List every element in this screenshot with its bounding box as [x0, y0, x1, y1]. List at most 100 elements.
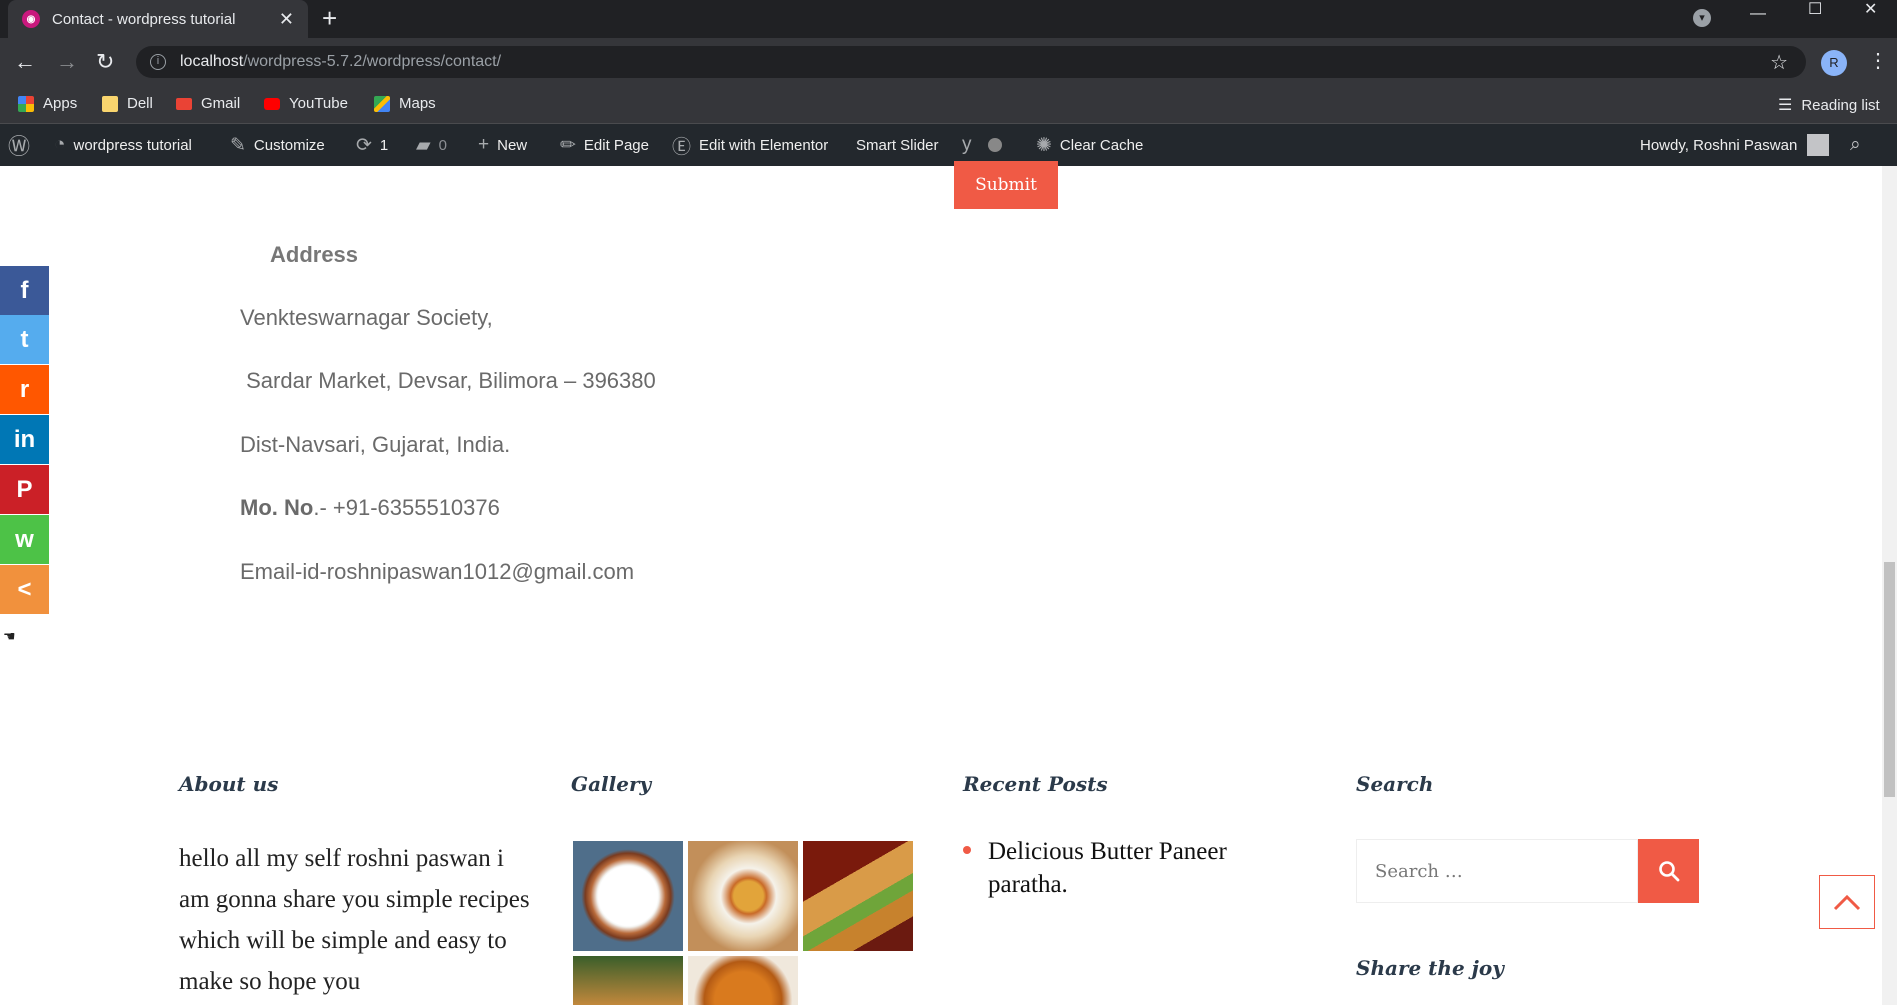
reading-list-icon: ☰ — [1778, 97, 1793, 114]
recent-posts-title: Recent Posts — [963, 772, 1108, 796]
submit-button[interactable]: Submit — [954, 161, 1058, 209]
address-line-1: Venkteswarnagar Society, — [240, 305, 493, 330]
share-the-joy-title: Share the joy — [1356, 956, 1504, 980]
new-tab-button[interactable]: + — [322, 3, 337, 34]
admin-smart-slider[interactable]: Smart Slider — [856, 124, 939, 166]
admin-comments[interactable]: ▰ 0 — [416, 124, 447, 166]
back-to-top-button[interactable] — [1819, 875, 1875, 929]
clear-cache-label: Clear Cache — [1059, 136, 1144, 154]
howdy-label: Howdy, Roshni Paswan — [1640, 136, 1798, 154]
admin-updates[interactable]: ⟳ 1 — [356, 124, 388, 166]
hide-share-bar-icon[interactable]: ☚ — [3, 628, 16, 645]
browser-menu-icon[interactable]: ⋮ — [1868, 48, 1888, 73]
edit-page-label: Edit Page — [583, 136, 649, 154]
browser-tabbar: ◉ Contact - wordpress tutorial ✕ + ▾ — ☐… — [0, 0, 1897, 38]
yoast-icon: y — [962, 134, 972, 155]
wordpress-logo-icon: Ⓦ — [8, 134, 31, 159]
linkedin-share-button[interactable]: in — [0, 415, 49, 464]
tab-title: Contact - wordpress tutorial — [52, 10, 236, 28]
whatsapp-icon: w — [15, 525, 34, 553]
edit-elementor-label: Edit with Elementor — [699, 136, 829, 154]
admin-clear-cache[interactable]: ✺ Clear Cache — [1036, 124, 1143, 166]
admin-new[interactable]: + New — [478, 124, 527, 166]
twitter-icon: t — [20, 325, 29, 353]
maps-icon — [374, 95, 390, 112]
site-name-label: wordpress tutorial — [73, 136, 192, 154]
admin-customize[interactable]: ✎ Customize — [230, 124, 325, 166]
bookmarks-bar: Apps Dell Gmail YouTube Maps ☰ Reading l… — [0, 86, 1897, 124]
site-info-icon[interactable]: i — [150, 54, 166, 70]
profile-avatar[interactable]: R — [1821, 50, 1847, 76]
gallery-image-curry[interactable] — [688, 956, 798, 1005]
recent-post-link[interactable]: Delicious Butter Paneer paratha. — [988, 835, 1288, 901]
bookmark-apps[interactable]: Apps — [18, 95, 77, 112]
gallery-image-poha[interactable] — [688, 841, 798, 951]
user-avatar — [1807, 134, 1830, 156]
site-favicon-icon: ◉ — [22, 10, 40, 28]
list-bullet-icon — [963, 846, 971, 854]
bookmark-star-icon[interactable]: ☆ — [1770, 50, 1788, 75]
admin-search[interactable]: ⌕ — [1850, 124, 1869, 166]
search-input[interactable]: Search … — [1356, 839, 1638, 903]
screen: ◉ Contact - wordpress tutorial ✕ + ▾ — ☐… — [0, 0, 1897, 1005]
bookmark-label: Gmail — [201, 95, 241, 112]
chevron-up-icon — [1833, 894, 1861, 911]
address-bar[interactable]: i localhost /wordpress-5.7.2/wordpress/c… — [136, 46, 1806, 78]
mobile-value: .- +91-6355510376 — [313, 495, 500, 520]
linkedin-icon: in — [13, 425, 36, 453]
scrollbar-thumb[interactable] — [1884, 562, 1895, 797]
reading-list[interactable]: ☰ Reading list — [1778, 95, 1880, 115]
gallery-image-curd[interactable] — [573, 841, 683, 951]
comment-icon: ▰ — [416, 134, 431, 156]
seo-status-dot-icon — [987, 138, 1002, 152]
wp-admin-bar: Ⓦ ◔ wordpress tutorial ✎ Customize ⟳ 1 ▰… — [0, 124, 1897, 166]
mobile-number: Mo. No.- +91-6355510376 — [240, 495, 500, 521]
pencil-icon: ✏ — [560, 134, 576, 156]
search-icon — [1658, 861, 1679, 882]
address-line-2: Sardar Market, Devsar, Bilimora – 396380 — [240, 368, 656, 393]
search-title: Search — [1356, 772, 1434, 796]
bookmark-label: Apps — [43, 95, 78, 112]
admin-edit-elementor[interactable]: Ⓔ Edit with Elementor — [672, 124, 828, 166]
back-icon[interactable]: ← — [14, 49, 36, 75]
reddit-share-button[interactable]: r — [0, 365, 49, 414]
email-line: Email-id-roshnipaswan1012@gmail.com — [240, 559, 635, 584]
new-label: New — [497, 136, 528, 154]
pinterest-share-button[interactable]: P — [0, 465, 49, 514]
bookmark-label: Dell — [127, 95, 153, 112]
reddit-icon: r — [19, 375, 30, 403]
twitter-share-button[interactable]: t — [0, 315, 49, 364]
bookmark-maps[interactable]: Maps — [374, 95, 436, 112]
whatsapp-share-button[interactable]: w — [0, 515, 49, 564]
forward-icon[interactable]: → — [56, 49, 78, 75]
bookmark-dell[interactable]: Dell — [102, 95, 153, 112]
url-path: /wordpress-5.7.2/wordpress/contact/ — [243, 53, 502, 70]
cache-icon: ✺ — [1036, 134, 1052, 156]
admin-my-account[interactable]: Howdy, Roshni Paswan — [1640, 124, 1830, 166]
comments-count: 0 — [438, 136, 447, 154]
youtube-icon — [264, 97, 280, 110]
gallery-image-roll[interactable] — [803, 841, 913, 951]
maximize-icon[interactable]: ☐ — [1808, 2, 1822, 18]
bookmark-youtube[interactable]: YouTube — [264, 95, 348, 112]
updates-icon: ⟳ — [356, 134, 372, 156]
about-text: hello all my self roshni paswan i am gon… — [179, 845, 530, 995]
bookmark-gmail[interactable]: Gmail — [176, 95, 240, 112]
facebook-share-button[interactable]: f — [0, 266, 49, 315]
search-button[interactable] — [1638, 839, 1699, 903]
tab-search-icon[interactable]: ▾ — [1693, 9, 1711, 27]
browser-tab[interactable]: ◉ Contact - wordpress tutorial ✕ — [8, 0, 308, 38]
gmail-icon — [176, 97, 192, 110]
gallery-image-samosa[interactable] — [573, 956, 683, 1005]
more-share-button[interactable]: < — [0, 565, 49, 614]
brush-icon: ✎ — [230, 134, 246, 156]
wp-logo[interactable]: Ⓦ — [8, 124, 38, 166]
window-close-icon[interactable]: ✕ — [1864, 2, 1877, 18]
tab-close-icon[interactable]: ✕ — [279, 9, 294, 30]
admin-edit-page[interactable]: ✏ Edit Page — [560, 124, 649, 166]
share-icon: < — [17, 575, 32, 603]
admin-yoast[interactable]: y — [962, 124, 1002, 166]
reload-icon[interactable]: ↻ — [96, 49, 114, 75]
minimize-icon[interactable]: — — [1750, 6, 1766, 22]
admin-site-name[interactable]: ◔ wordpress tutorial — [54, 124, 192, 166]
